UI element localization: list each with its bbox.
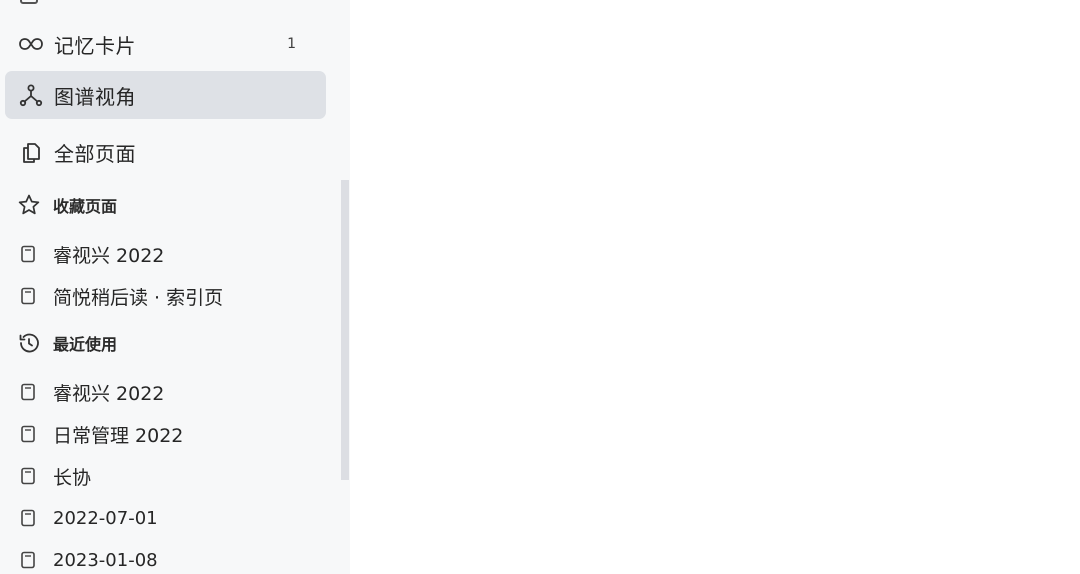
recent-page-label: 2022-07-01 [53, 507, 158, 529]
star-icon [16, 192, 42, 218]
page-icon [18, 550, 38, 570]
sidebar-scrollbar[interactable] [341, 180, 349, 480]
favorite-page-label: 睿视兴 2022 [53, 244, 165, 267]
recent-page-label: 2023-01-08 [53, 549, 158, 571]
recent-page-item[interactable]: 2022-07-01 [18, 503, 158, 533]
recent-page-label: 长协 [53, 466, 92, 489]
recent-page-item[interactable]: 2023-01-08 [18, 545, 158, 574]
favorites-section-header[interactable]: 收藏页面 [16, 190, 117, 220]
nav-item-all-pages[interactable]: 全部页面 [5, 128, 326, 176]
left-sidebar: 记忆卡片 1 图谱视角 全部页面 收藏页面 睿视兴 2022 简悦稍后读 · 索… [0, 0, 350, 574]
nav-item-flashcards[interactable]: 记忆卡片 1 [5, 20, 326, 68]
page-icon [18, 424, 38, 444]
recent-page-label: 睿视兴 2022 [53, 382, 165, 405]
recent-section-header[interactable]: 最近使用 [16, 328, 117, 358]
page-icon [18, 466, 38, 486]
pages-icon [18, 139, 44, 165]
nav-item-graph-view[interactable]: 图谱视角 [5, 71, 326, 119]
nav-label-all-pages: 全部页面 [54, 141, 136, 166]
history-icon [16, 330, 42, 356]
nav-label-flashcards: 记忆卡片 [54, 33, 136, 58]
page-icon [18, 244, 38, 264]
graph-icon [18, 82, 44, 108]
recent-page-item[interactable]: 长协 [18, 461, 91, 491]
favorite-page-item[interactable]: 简悦稍后读 · 索引页 [18, 281, 223, 311]
infinity-icon [18, 31, 44, 57]
recent-page-item[interactable]: 日常管理 2022 [18, 419, 183, 449]
page-icon [18, 286, 38, 306]
favorite-page-label: 简悦稍后读 · 索引页 [53, 286, 224, 309]
recent-page-item[interactable]: 睿视兴 2022 [18, 377, 164, 407]
page-icon [18, 508, 38, 528]
recent-title: 最近使用 [53, 335, 118, 354]
favorites-title: 收藏页面 [53, 197, 118, 216]
flashcards-count-badge: 1 [287, 36, 296, 52]
nav-label-graph-view: 图谱视角 [54, 84, 136, 109]
favorite-page-item[interactable]: 睿视兴 2022 [18, 239, 164, 269]
page-icon [18, 382, 38, 402]
recent-page-label: 日常管理 2022 [53, 424, 184, 447]
main-content-area [350, 0, 1080, 574]
page-icon-partial [20, 0, 38, 4]
